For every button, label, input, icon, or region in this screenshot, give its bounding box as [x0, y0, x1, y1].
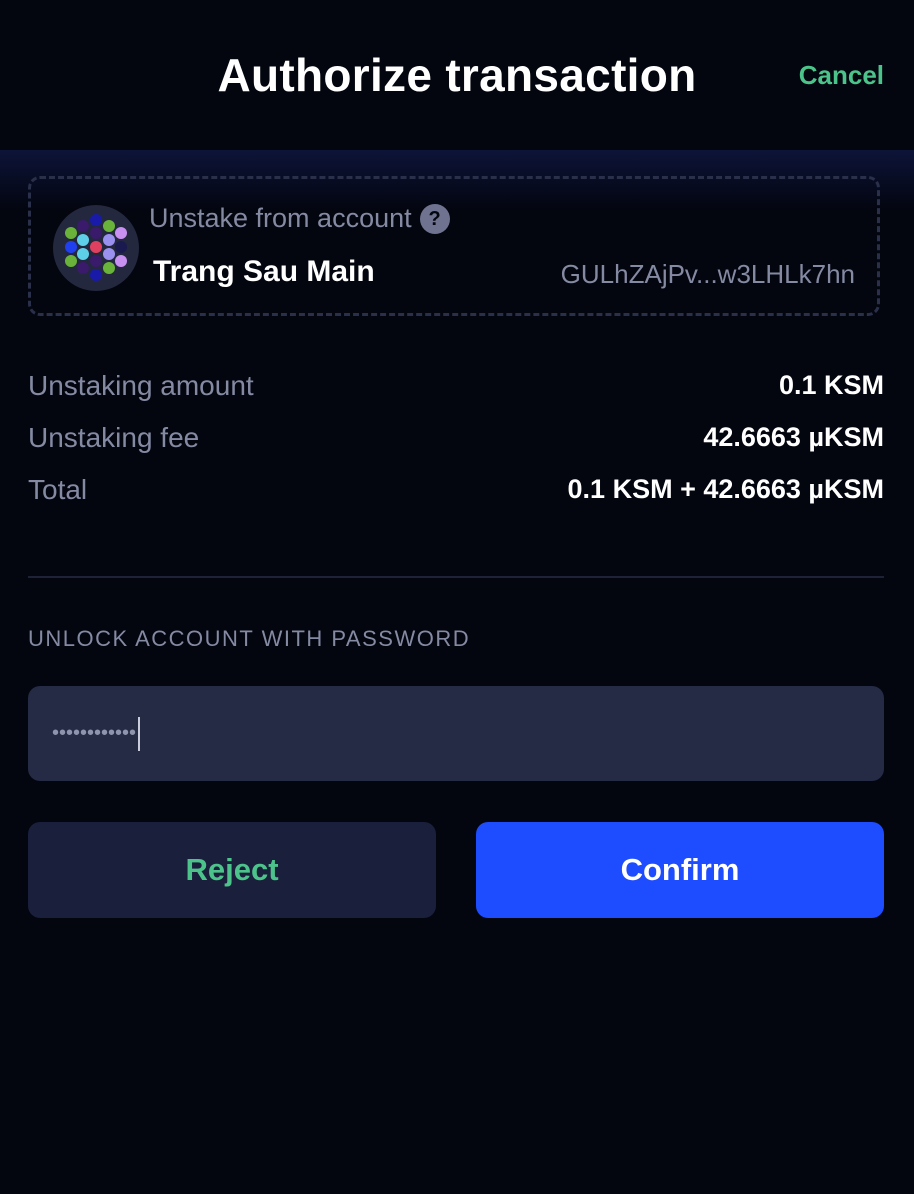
detail-label: Total [28, 474, 88, 505]
help-icon[interactable]: ? [419, 204, 450, 234]
account-name: Trang Sau Main [153, 255, 375, 288]
confirm-button[interactable]: Confirm [476, 822, 884, 918]
detail-label: Unstaking fee [28, 422, 200, 453]
page-title: Authorize transaction [217, 49, 697, 101]
account-avatar-icon [53, 205, 139, 291]
cancel-button[interactable]: Cancel [799, 60, 884, 91]
password-label: UNLOCK ACCOUNT WITH PASSWORD [28, 626, 471, 651]
header: Authorize transaction Cancel [0, 0, 914, 152]
detail-row-amount: Unstaking amount 0.1 KSM [28, 370, 884, 410]
detail-label: Unstaking amount [28, 370, 254, 401]
detail-value: 0.1 KSM [778, 370, 884, 400]
divider [28, 576, 884, 578]
account-label-text: Unstake from account [149, 203, 412, 233]
reject-button[interactable]: Reject [28, 822, 436, 918]
password-value: •••••••••••• [52, 722, 137, 744]
detail-row-total: Total 0.1 KSM + 42.6663 µKSM [28, 474, 884, 514]
account-label: Unstake from account? [149, 203, 450, 234]
detail-value: 42.6663 µKSM [703, 422, 884, 452]
account-card: Unstake from account? Trang Sau Main GUL… [28, 176, 880, 316]
text-caret [138, 716, 141, 751]
account-address: GULhZAjPv...w3LHLk7hn [560, 259, 855, 289]
detail-row-fee: Unstaking fee 42.6663 µKSM [28, 422, 884, 462]
password-input[interactable]: •••••••••••• [28, 686, 884, 781]
detail-value: 0.1 KSM + 42.6663 µKSM [567, 474, 884, 504]
authorize-transaction-screen: Authorize transaction Cancel Unstake fro… [0, 0, 914, 1194]
